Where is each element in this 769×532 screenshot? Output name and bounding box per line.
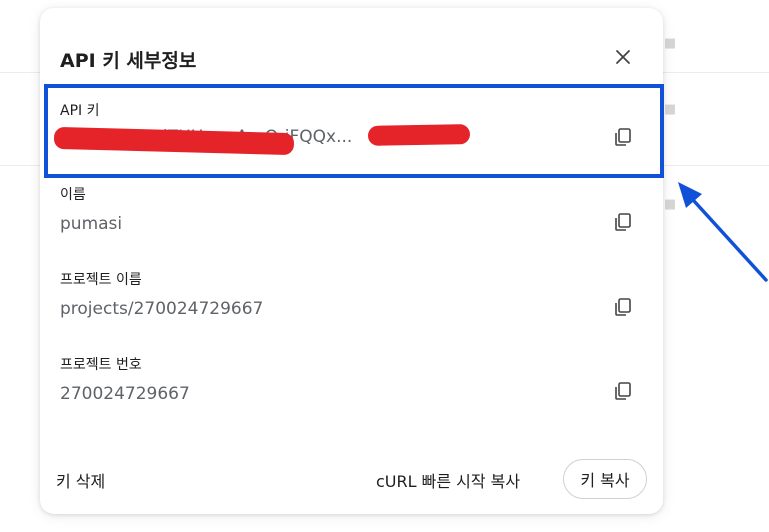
background-text: ■ — [664, 36, 677, 51]
copy-curl-quickstart-button[interactable]: cURL 빠른 시작 복사 — [376, 468, 520, 492]
annotation-highlight-box — [44, 84, 664, 178]
field-label: 이름 — [60, 187, 86, 203]
copy-project-number-button[interactable] — [612, 380, 634, 402]
close-icon — [616, 50, 630, 64]
copy-icon — [615, 382, 631, 400]
close-button[interactable] — [612, 46, 634, 68]
copy-icon — [615, 298, 631, 316]
annotation-arrow-icon — [678, 182, 768, 282]
copy-project-name-button[interactable] — [612, 296, 634, 318]
dialog-title: API 키 세부정보 — [60, 50, 197, 72]
background-text: ■ — [664, 102, 677, 117]
project-name-value: projects/270024729667 — [60, 299, 264, 319]
field-label: 프로젝트 이름 — [60, 272, 142, 288]
name-value: pumasi — [60, 214, 123, 234]
copy-key-button[interactable]: 키 복사 — [563, 459, 647, 499]
copy-name-button[interactable] — [612, 211, 634, 233]
copy-icon — [615, 213, 631, 231]
field-label: 프로젝트 번호 — [60, 357, 142, 373]
delete-key-button[interactable]: 키 삭제 — [56, 468, 105, 492]
project-number-value: 270024729667 — [60, 384, 190, 404]
